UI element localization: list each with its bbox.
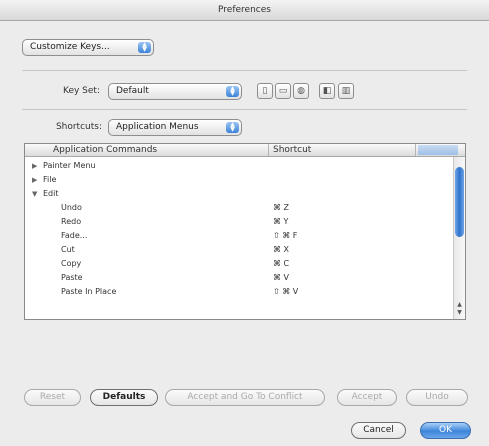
command-name: Paste [61, 273, 83, 282]
divider [22, 109, 467, 110]
accept-and-go-to-conflict-button[interactable]: Accept and Go To Conflict [165, 389, 325, 406]
table-row[interactable]: Cut ⌘ X [25, 244, 455, 256]
table-row[interactable]: Paste In Place ⇧ ⌘ V [25, 286, 455, 298]
undo-button[interactable]: Undo [406, 389, 468, 406]
duplicate-set-icon[interactable]: ▭ [275, 83, 291, 99]
panel-select[interactable]: Customize Keys... ▲ ▼ [22, 39, 154, 56]
command-name: File [43, 175, 57, 184]
table-row[interactable]: ▶ Painter Menu [25, 160, 455, 172]
command-name: Paste In Place [61, 287, 117, 296]
disclosure-expanded-icon[interactable]: ▼ [32, 188, 37, 200]
key-set-select[interactable]: Default ▲ ▼ [108, 83, 242, 100]
shortcuts-value: Application Menus [116, 122, 199, 132]
shortcut-value: ⌘ Z [273, 203, 290, 212]
command-name: Cut [61, 245, 75, 254]
select-arrows-icon: ▲ ▼ [226, 122, 239, 133]
command-name: Redo [61, 217, 82, 226]
scroll-thumb[interactable] [455, 167, 464, 237]
panel-select-value: Customize Keys... [30, 42, 110, 52]
shortcuts-select[interactable]: Application Menus ▲ ▼ [108, 119, 242, 136]
table-row[interactable]: Undo ⌘ Z [25, 202, 455, 214]
shortcut-value: ⇧ ⌘ V [273, 287, 299, 296]
header-sort-indicator [418, 145, 458, 155]
command-name: Fade... [61, 231, 88, 240]
command-name: Copy [61, 259, 82, 268]
shortcut-value: ⌘ V [273, 273, 290, 282]
scroll-up-arrow-icon[interactable]: ▲ [455, 301, 464, 308]
table-row[interactable]: Copy ⌘ C [25, 258, 455, 270]
shortcut-value: ⌘ X [273, 245, 290, 254]
command-name: Undo [61, 203, 82, 212]
command-name: Edit [43, 189, 59, 198]
col-command-header[interactable]: Application Commands [53, 144, 157, 156]
table-row[interactable]: ▼ Edit [25, 188, 455, 200]
new-set-icon[interactable]: ▯ [257, 83, 273, 99]
shortcuts-label: Shortcuts: [55, 122, 102, 132]
shortcut-value: ⌘ C [273, 259, 290, 268]
disclosure-collapsed-icon[interactable]: ▶ [32, 160, 37, 172]
command-name: Painter Menu [43, 161, 96, 170]
table-row[interactable]: ▶ File [25, 174, 455, 186]
select-arrows-icon: ▲ ▼ [138, 42, 151, 53]
table-row[interactable]: Paste ⌘ V [25, 272, 455, 284]
cancel-button[interactable]: Cancel [351, 422, 406, 439]
delete-set-icon[interactable]: ▥ [338, 83, 354, 99]
vertical-scrollbar[interactable]: ▲ ▼ [453, 157, 465, 319]
table-row[interactable]: Redo ⌘ Y [25, 216, 455, 228]
shortcut-value: ⌘ Y [273, 217, 289, 226]
key-set-label: Key Set: [63, 86, 100, 96]
reset-button[interactable]: Reset [24, 389, 81, 406]
table-row[interactable]: Fade... ⇧ ⌘ F [25, 230, 455, 242]
disclosure-collapsed-icon[interactable]: ▶ [32, 174, 37, 186]
shortcut-value: ⇧ ⌘ F [273, 231, 298, 240]
window-title: Preferences [0, 0, 489, 21]
divider [22, 70, 467, 71]
scroll-down-arrow-icon[interactable]: ▼ [455, 309, 464, 316]
save-set-icon[interactable]: ◍ [293, 83, 309, 99]
key-set-value: Default [116, 86, 149, 96]
summarize-icon[interactable]: ◧ [319, 83, 335, 99]
select-arrows-icon: ▲ ▼ [226, 86, 239, 97]
defaults-button[interactable]: Defaults [90, 389, 158, 406]
ok-button[interactable]: OK [420, 422, 471, 439]
accept-button[interactable]: Accept [337, 389, 397, 406]
shortcut-table[interactable]: Application Commands Shortcut ▶ Painter M… [24, 143, 466, 320]
col-shortcut-header[interactable]: Shortcut [273, 144, 311, 156]
table-header: Application Commands Shortcut [25, 144, 465, 157]
